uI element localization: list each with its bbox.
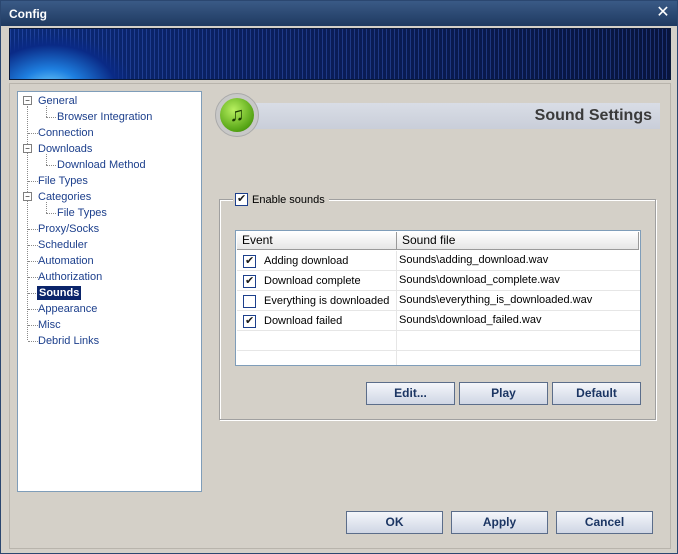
enable-sounds-label: Enable sounds: [252, 193, 325, 206]
list-header: Event Sound file: [237, 232, 639, 250]
event-name: Download complete: [264, 275, 361, 287]
tree-item-automation[interactable]: Automation: [38, 254, 94, 268]
tree-item-category-file-types[interactable]: File Types: [57, 206, 107, 220]
config-window: Config ✕ − − − General Browser Integrati…: [0, 0, 678, 554]
sound-file-path: Sounds\download_complete.wav: [399, 274, 560, 286]
cancel-button[interactable]: Cancel: [556, 511, 653, 534]
tree-item-appearance[interactable]: Appearance: [38, 302, 97, 316]
music-note-icon: ♫: [220, 98, 254, 132]
title-bar[interactable]: Config ✕: [1, 1, 677, 26]
panel-header: Sound Settings: [235, 103, 660, 129]
tree-item-proxy-socks[interactable]: Proxy/Socks: [38, 222, 99, 236]
apply-button[interactable]: Apply: [451, 511, 548, 534]
event-name: Download failed: [264, 315, 343, 327]
list-item[interactable]: Everything is downloaded Sounds\everythi…: [237, 291, 640, 311]
ok-button[interactable]: OK: [346, 511, 443, 534]
tree-item-general[interactable]: General: [38, 94, 77, 108]
collapse-icon[interactable]: −: [23, 96, 32, 105]
tree-item-authorization[interactable]: Authorization: [38, 270, 102, 284]
list-item[interactable]: Adding download Sounds\adding_download.w…: [237, 251, 640, 271]
window-title: Config: [9, 7, 47, 21]
play-button[interactable]: Play: [459, 382, 548, 405]
collapse-icon[interactable]: −: [23, 144, 32, 153]
list-item[interactable]: Download failed Sounds\download_failed.w…: [237, 311, 640, 331]
column-header-sound-file[interactable]: Sound file: [397, 232, 639, 250]
tree-item-categories[interactable]: Categories: [38, 190, 91, 204]
empty-row: [237, 331, 640, 351]
column-header-event[interactable]: Event: [237, 232, 397, 250]
checkbox-icon[interactable]: [235, 192, 248, 206]
sound-file-path: Sounds\download_failed.wav: [399, 314, 542, 326]
header-banner: [9, 28, 671, 80]
row-checkbox[interactable]: [243, 254, 256, 268]
row-checkbox[interactable]: [243, 294, 256, 308]
sound-file-path: Sounds\adding_download.wav: [399, 254, 549, 266]
default-button[interactable]: Default: [552, 382, 641, 405]
row-checkbox[interactable]: [243, 274, 256, 288]
tree-item-connection[interactable]: Connection: [38, 126, 94, 140]
sound-events-list[interactable]: Event Sound file Adding download Sounds\…: [235, 230, 641, 366]
tree-item-downloads[interactable]: Downloads: [38, 142, 92, 156]
close-icon[interactable]: ✕: [655, 5, 671, 21]
enable-sounds-checkbox[interactable]: Enable sounds: [233, 192, 329, 207]
page-title: Sound Settings: [534, 107, 652, 124]
sound-file-path: Sounds\everything_is_downloaded.wav: [399, 294, 593, 306]
tree-item-debrid-links[interactable]: Debrid Links: [38, 334, 99, 348]
tree-item-file-types[interactable]: File Types: [38, 174, 88, 188]
empty-row: [237, 351, 640, 365]
tree-item-browser-integration[interactable]: Browser Integration: [57, 110, 152, 124]
edit-button[interactable]: Edit...: [366, 382, 455, 405]
event-name: Everything is downloaded: [264, 295, 390, 307]
settings-tree: − − − General Browser Integration Connec…: [17, 91, 202, 492]
tree-item-download-method[interactable]: Download Method: [57, 158, 146, 172]
row-checkbox[interactable]: [243, 314, 256, 328]
tree-item-sounds[interactable]: Sounds: [37, 286, 82, 300]
list-item[interactable]: Download complete Sounds\download_comple…: [237, 271, 640, 291]
tree-item-misc[interactable]: Misc: [38, 318, 61, 332]
event-name: Adding download: [264, 255, 349, 267]
collapse-icon[interactable]: −: [23, 192, 32, 201]
tree-item-scheduler[interactable]: Scheduler: [38, 238, 88, 252]
